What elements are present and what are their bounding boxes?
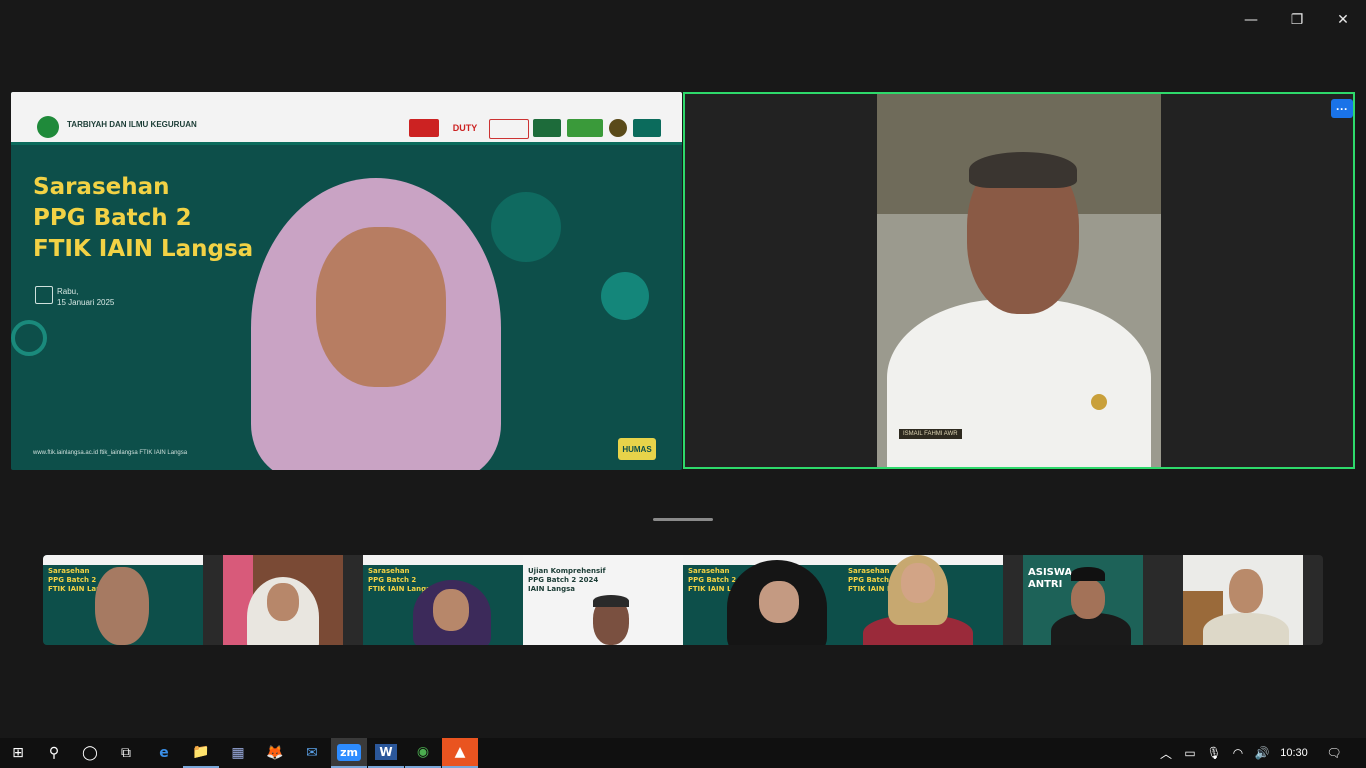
institution-logo: [37, 116, 59, 138]
tray-chevron-icon[interactable]: ︿: [1156, 738, 1176, 768]
taskbar: ⊞ ⚲ ◯ ⧉ e 📁 ▦ 🦊 ✉ zm W ◉ ▲ ︿ ▭ 🎙 ◠ 🔊 10:…: [0, 738, 1366, 768]
main-video-tile-left[interactable]: TARBIYAH DAN ILMU KEGURUAN DUTY Saraseha…: [11, 92, 682, 470]
decor-circle: [601, 272, 649, 320]
firefox-icon[interactable]: 🦊: [257, 738, 293, 768]
participant-thumbnail[interactable]: Sarasehan PPG Batch 2 FTIK IAIN Langsa: [363, 555, 523, 645]
calendar-icon: [35, 286, 53, 304]
slide-header: [43, 555, 203, 565]
sponsor-logo: [489, 119, 529, 139]
close-button[interactable]: ✕: [1327, 8, 1359, 32]
thumbnail-slide-text: Ujian Komprehensif PPG Batch 2 2024 IAIN…: [528, 567, 606, 593]
slide-title-line: PPG Batch 2: [33, 205, 192, 231]
file-explorer-icon[interactable]: 📁: [183, 738, 219, 768]
participant-face: [433, 589, 469, 631]
participant-strip: Sarasehan PPG Batch 2 FTIK IAIN Langsa S…: [43, 555, 1323, 645]
speaker-hair: [969, 152, 1077, 188]
participant-thumbnail[interactable]: Sarasehan PPG Batch 2 FTIK IAIN Langsa: [843, 555, 1003, 645]
participant-face: [267, 583, 299, 621]
participant-face: [1071, 579, 1105, 619]
notification-icon[interactable]: 🗨: [1322, 738, 1346, 768]
participant-face: [759, 581, 799, 623]
sponsor-logo-duty: DUTY: [452, 123, 478, 133]
participant-thumbnail[interactable]: ASISWA ANTRI: [1023, 555, 1143, 645]
cortana-button[interactable]: ◯: [72, 738, 108, 768]
main-video-tile-right[interactable]: ISMAIL FAHMI AWR ···: [683, 92, 1355, 469]
slide-header: [363, 555, 523, 565]
store-icon[interactable]: ▦: [220, 738, 256, 768]
participant-thumbnail[interactable]: [223, 555, 343, 645]
search-button[interactable]: ⚲: [36, 738, 72, 768]
humas-logo: HUMAS: [618, 438, 656, 460]
badge-icon: [1091, 394, 1107, 410]
task-view-button[interactable]: ⧉: [108, 738, 144, 768]
volume-icon[interactable]: 🔊: [1252, 738, 1272, 768]
start-button[interactable]: ⊞: [0, 738, 36, 768]
word-icon[interactable]: W: [368, 738, 404, 768]
slide-institution: TARBIYAH DAN ILMU KEGURUAN: [67, 120, 197, 129]
mail-icon[interactable]: ✉: [294, 738, 330, 768]
sponsor-logo: [409, 119, 439, 137]
slide-date-day: Rabu,: [57, 287, 79, 296]
zoom-icon-label: zm: [337, 743, 361, 761]
restore-button[interactable]: ❐: [1281, 8, 1313, 32]
minimize-button[interactable]: —: [1235, 8, 1267, 32]
participant-thumbnail[interactable]: Sarasehan PPG Batch 2 FTIK IAIN Langsa: [43, 555, 203, 645]
chrome-icon[interactable]: ◉: [405, 738, 441, 768]
speaker-shirt: [887, 299, 1151, 467]
participant-cap: [593, 595, 629, 607]
slide-date: Rabu, 15 Januari 2025: [57, 286, 114, 308]
more-options-button[interactable]: ···: [1331, 99, 1353, 118]
ftik-logo: [633, 119, 661, 137]
microphone-icon[interactable]: 🎙: [1204, 738, 1224, 768]
speaker-video: ISMAIL FAHMI AWR: [877, 94, 1161, 467]
participant-thumbnail[interactable]: [1183, 555, 1303, 645]
speaker-nametag: ISMAIL FAHMI AWR: [899, 429, 962, 439]
slide-title: Sarasehan PPG Batch 2 FTIK IAIN Langsa: [33, 172, 253, 265]
sponsor-logo: [567, 119, 603, 137]
participant-face: [901, 563, 935, 603]
battery-icon[interactable]: ▭: [1180, 738, 1200, 768]
wifi-icon[interactable]: ◠: [1228, 738, 1248, 768]
slide-title-line: Sarasehan: [33, 174, 170, 200]
sponsor-logo: [533, 119, 561, 137]
edge-icon[interactable]: e: [146, 738, 182, 768]
participant-thumbnail[interactable]: Ujian Komprehensif PPG Batch 2 2024 IAIN…: [523, 555, 683, 645]
participant-clothes: [1203, 613, 1289, 645]
participant-face: [316, 227, 446, 387]
participant-cap: [1071, 567, 1105, 581]
thumbnail-slide-text: ASISWA ANTRI: [1028, 567, 1073, 590]
word-icon-label: W: [375, 744, 397, 760]
participant-face: [1229, 569, 1263, 613]
participant-face: [95, 567, 149, 645]
sponsor-logo: [609, 119, 627, 137]
participant-thumbnail[interactable]: Sarasehan PPG Batch 2 FTIK IAIN Langsa: [683, 555, 843, 645]
taskbar-clock[interactable]: 10:30: [1272, 738, 1316, 768]
gallery-resize-handle[interactable]: [653, 518, 713, 521]
acrobat-icon[interactable]: ▲: [442, 738, 478, 768]
slide-header: TARBIYAH DAN ILMU KEGURUAN DUTY: [11, 92, 682, 145]
decor-circle: [11, 320, 47, 356]
zoom-icon[interactable]: zm: [331, 738, 367, 768]
decor-circle: [491, 192, 561, 262]
slide-title-line: FTIK IAIN Langsa: [33, 236, 254, 262]
slide-footer: www.ftik.iainlangsa.ac.id ftik_iainlangs…: [33, 450, 188, 456]
slide-date-value: 15 Januari 2025: [57, 298, 115, 307]
